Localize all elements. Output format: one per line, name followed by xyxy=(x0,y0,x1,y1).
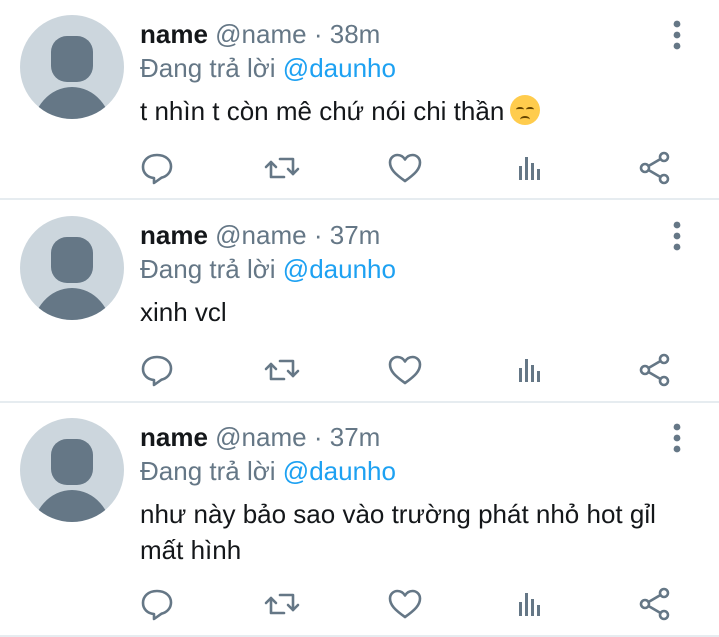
divider xyxy=(0,198,719,200)
avatar[interactable] xyxy=(20,216,124,320)
tweet[interactable]: name @name · 37m Đang trả lời @daunho xi… xyxy=(0,201,719,401)
mention-link[interactable]: @daunho xyxy=(283,456,396,486)
reply-context: Đang trả lời @daunho xyxy=(140,51,396,85)
tweet[interactable]: name @name · 38m Đang trả lời @daunho t … xyxy=(0,0,719,198)
tweet-text-body: như này bảo sao vào trường phát nhỏ hot … xyxy=(140,499,656,565)
tweet-header: name @name · 37m xyxy=(140,420,380,454)
timestamp[interactable]: 37m xyxy=(330,422,381,452)
analytics-icon[interactable] xyxy=(510,584,550,624)
reply-icon[interactable] xyxy=(137,148,177,188)
avatar-body-shape xyxy=(32,490,112,522)
tweet[interactable]: name @name · 37m Đang trả lời @daunho nh… xyxy=(0,403,719,635)
separator-dot: · xyxy=(313,220,323,250)
avatar-head-shape xyxy=(51,439,93,485)
analytics-icon[interactable] xyxy=(510,350,550,390)
tweet-header: name @name · 38m xyxy=(140,17,380,51)
handle[interactable]: @name xyxy=(215,220,306,250)
more-options-icon[interactable] xyxy=(665,219,689,253)
tweet-text: xinh vcl xyxy=(140,294,700,330)
handle[interactable]: @name xyxy=(215,422,306,452)
tweet-text: như này bảo sao vào trường phát nhỏ hot … xyxy=(140,496,680,568)
tweet-text-body: xinh vcl xyxy=(140,297,227,327)
like-icon[interactable] xyxy=(385,350,425,390)
avatar[interactable] xyxy=(20,418,124,522)
reply-feed: name @name · 38m Đang trả lời @daunho t … xyxy=(0,0,719,637)
share-icon[interactable] xyxy=(635,148,675,188)
display-name[interactable]: name xyxy=(140,19,208,49)
reply-context: Đang trả lời @daunho xyxy=(140,252,396,286)
share-icon[interactable] xyxy=(635,584,675,624)
retweet-icon[interactable] xyxy=(262,584,302,624)
more-options-icon[interactable] xyxy=(665,421,689,455)
reply-icon[interactable] xyxy=(137,350,177,390)
action-bar xyxy=(0,584,719,624)
reply-prefix: Đang trả lời xyxy=(140,53,276,83)
separator-dot: · xyxy=(313,422,323,452)
reply-prefix: Đang trả lời xyxy=(140,456,276,486)
mention-link[interactable]: @daunho xyxy=(283,53,396,83)
action-bar xyxy=(0,148,719,188)
retweet-icon[interactable] xyxy=(262,148,302,188)
separator-dot: · xyxy=(313,19,323,49)
display-name[interactable]: name xyxy=(140,220,208,250)
share-icon[interactable] xyxy=(635,350,675,390)
disappointed-face-icon xyxy=(510,95,541,125)
more-options-icon[interactable] xyxy=(665,18,689,52)
reply-prefix: Đang trả lời xyxy=(140,254,276,284)
timestamp[interactable]: 38m xyxy=(330,19,381,49)
like-icon[interactable] xyxy=(385,148,425,188)
like-icon[interactable] xyxy=(385,584,425,624)
action-bar xyxy=(0,350,719,390)
reply-context: Đang trả lời @daunho xyxy=(140,454,396,488)
avatar-head-shape xyxy=(51,237,93,283)
analytics-icon[interactable] xyxy=(510,148,550,188)
reply-icon[interactable] xyxy=(137,584,177,624)
retweet-icon[interactable] xyxy=(262,350,302,390)
avatar-body-shape xyxy=(32,87,112,119)
handle[interactable]: @name xyxy=(215,19,306,49)
avatar-head-shape xyxy=(51,36,93,82)
tweet-text-body: t nhìn t còn mê chứ nói chi thần xyxy=(140,96,505,126)
mention-link[interactable]: @daunho xyxy=(283,254,396,284)
timestamp[interactable]: 37m xyxy=(330,220,381,250)
tweet-header: name @name · 37m xyxy=(140,218,380,252)
display-name[interactable]: name xyxy=(140,422,208,452)
avatar-body-shape xyxy=(32,288,112,320)
tweet-text: t nhìn t còn mê chứ nói chi thần xyxy=(140,93,700,129)
avatar[interactable] xyxy=(20,15,124,119)
